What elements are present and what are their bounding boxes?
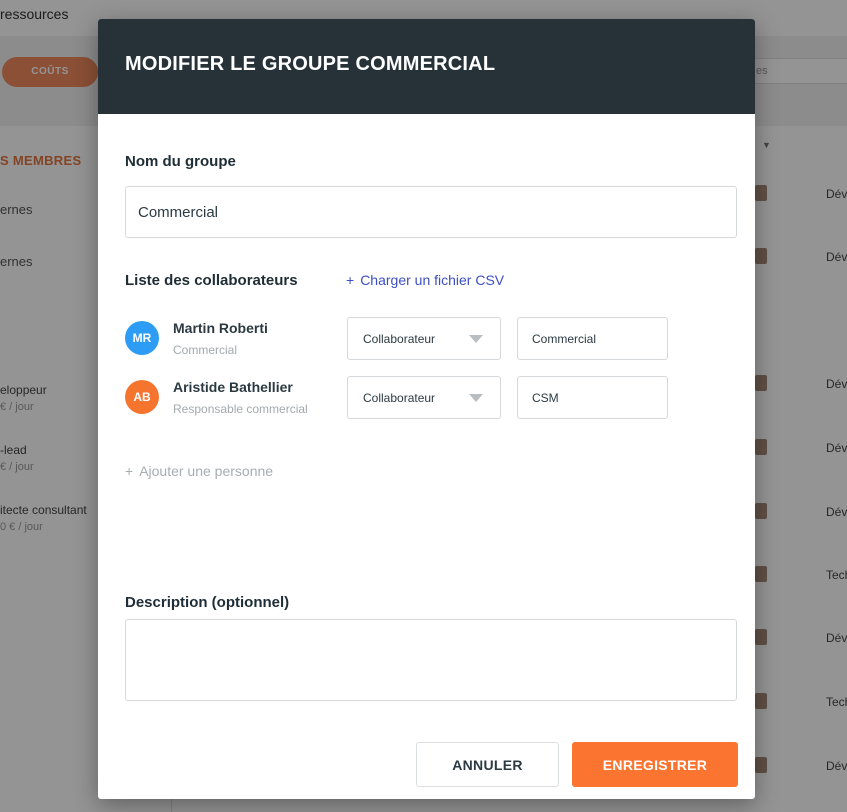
member-job: Responsable commercial xyxy=(173,402,308,416)
description-textarea[interactable] xyxy=(125,619,737,701)
chevron-down-icon xyxy=(469,335,483,343)
member-name: Martin Roberti xyxy=(173,320,268,336)
member-role-value: Collaborateur xyxy=(363,332,436,346)
member-job: Commercial xyxy=(173,343,238,357)
add-person-label: Ajouter une personne xyxy=(139,463,274,479)
member-role-select[interactable]: Collaborateur xyxy=(347,317,501,360)
avatar: MR xyxy=(125,321,159,355)
plus-icon: + xyxy=(125,463,134,479)
group-name-label: Nom du groupe xyxy=(125,153,236,170)
upload-csv-label: Charger un fichier CSV xyxy=(360,272,505,288)
add-person-link[interactable]: + Ajouter une personne xyxy=(125,463,273,479)
edit-group-modal: MODIFIER LE GROUPE COMMERCIAL Nom du gro… xyxy=(98,19,755,799)
modal-header: MODIFIER LE GROUPE COMMERCIAL xyxy=(98,19,755,114)
member-team-input[interactable] xyxy=(517,376,668,419)
plus-icon: + xyxy=(346,272,355,288)
save-button[interactable]: ENREGISTRER xyxy=(572,742,738,787)
group-name-input[interactable] xyxy=(125,186,737,238)
member-role-value: Collaborateur xyxy=(363,391,436,405)
member-role-select[interactable]: Collaborateur xyxy=(347,376,501,419)
member-name: Aristide Bathellier xyxy=(173,379,293,395)
modal-title: MODIFIER LE GROUPE COMMERCIAL xyxy=(125,53,496,75)
chevron-down-icon xyxy=(469,394,483,402)
avatar: AB xyxy=(125,380,159,414)
upload-csv-link[interactable]: + Charger un fichier CSV xyxy=(346,272,504,288)
collaborators-label: Liste des collaborateurs xyxy=(125,272,298,289)
member-team-input[interactable] xyxy=(517,317,668,360)
cancel-button[interactable]: ANNULER xyxy=(416,742,559,787)
description-label: Description (optionnel) xyxy=(125,594,290,611)
